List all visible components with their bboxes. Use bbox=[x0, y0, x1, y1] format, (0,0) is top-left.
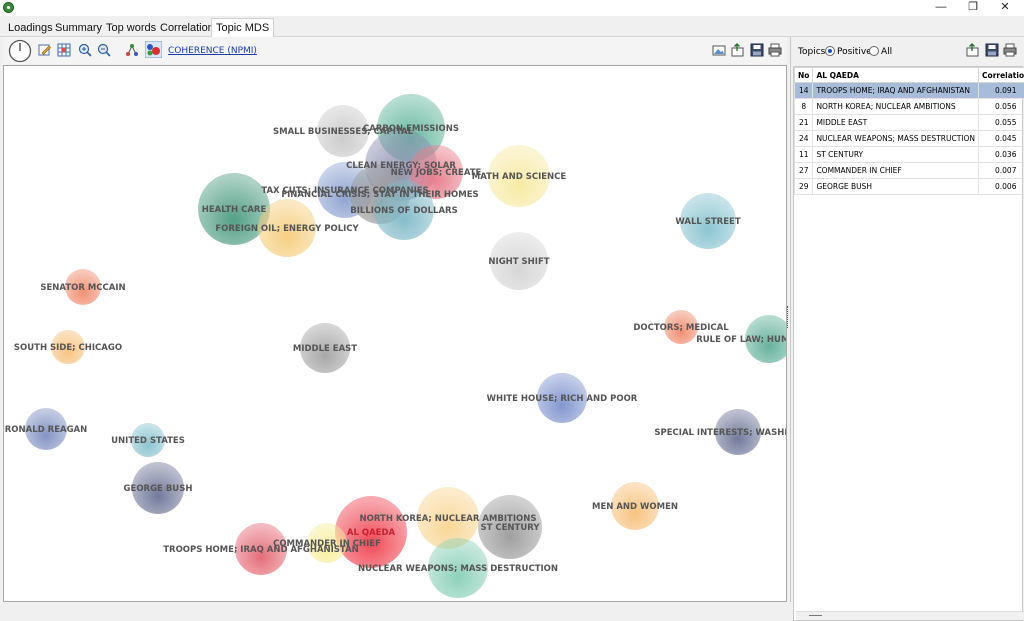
row-correlation: 0.007 bbox=[979, 163, 1024, 179]
table-icon[interactable] bbox=[57, 43, 71, 57]
topic-label: MEN AND WOMEN bbox=[592, 502, 678, 512]
topic-label: WALL STREET bbox=[675, 217, 740, 227]
topic-label: SENATOR MCCAIN bbox=[40, 283, 125, 293]
tab-top-words[interactable]: Top words bbox=[102, 20, 160, 36]
table-row[interactable]: 14 TROOPS HOME; IRAQ AND AFGHANISTAN 0.0… bbox=[795, 83, 1024, 99]
tab-correlation[interactable]: Correlation bbox=[156, 20, 218, 36]
topic-label: HEALTH CARE bbox=[202, 205, 267, 215]
tab-loadings[interactable]: Loadings bbox=[4, 20, 57, 36]
coherence-npmi-link[interactable]: COHERENCE (NPMI) bbox=[168, 46, 257, 56]
row-no: 21 bbox=[795, 115, 813, 131]
mds-svg: CARBON EMISSIONSSMALL BUSINESSES; CAPITA… bbox=[4, 66, 787, 602]
close-button[interactable]: ✕ bbox=[990, 0, 1020, 16]
row-no: 29 bbox=[795, 179, 813, 195]
row-no: 24 bbox=[795, 131, 813, 147]
correlation-table: No AL QAEDA Correlation 14 TROOPS HOME; … bbox=[794, 67, 1024, 195]
row-correlation: 0.045 bbox=[979, 131, 1024, 147]
topic-label: AL QAEDA bbox=[347, 528, 396, 538]
all-radio-label[interactable]: All bbox=[881, 47, 892, 57]
save-icon[interactable] bbox=[750, 43, 764, 57]
scrollbar-thumb[interactable] bbox=[809, 615, 822, 616]
positive-radio[interactable] bbox=[825, 46, 835, 56]
column-header-topic[interactable]: AL QAEDA bbox=[813, 68, 979, 83]
row-topic: MIDDLE EAST bbox=[813, 115, 979, 131]
column-header-no[interactable]: No bbox=[795, 68, 813, 83]
row-correlation: 0.055 bbox=[979, 115, 1024, 131]
topic-label: FINANCIAL CRISIS; STAY IN THEIR HOMES bbox=[281, 190, 478, 200]
correlation-panel: Topics: Positive All No AL QAEDA Correla… bbox=[790, 37, 1023, 602]
row-correlation: 0.006 bbox=[979, 179, 1024, 195]
topic-label: UNITED STATES bbox=[111, 436, 185, 446]
topic-label: FOREIGN OIL; ENERGY POLICY bbox=[215, 224, 359, 234]
row-topic: NUCLEAR WEAPONS; MASS DESTRUCTION bbox=[813, 131, 979, 147]
topics-label: Topics: bbox=[798, 47, 828, 57]
topic-label: ST CENTURY bbox=[481, 523, 541, 533]
export-icon[interactable] bbox=[731, 43, 745, 57]
image-icon[interactable] bbox=[712, 43, 726, 57]
row-topic: GEORGE BUSH bbox=[813, 179, 979, 195]
app-icon bbox=[3, 2, 14, 13]
all-radio[interactable] bbox=[869, 46, 879, 56]
row-topic: COMMANDER IN CHIEF bbox=[813, 163, 979, 179]
column-header-correlation[interactable]: Correlation bbox=[979, 68, 1024, 83]
restore-button[interactable]: ❐ bbox=[958, 0, 988, 16]
topic-mds-plot[interactable]: CARBON EMISSIONSSMALL BUSINESSES; CAPITA… bbox=[3, 65, 787, 602]
horizontal-scrollbar[interactable] bbox=[796, 611, 1024, 620]
topic-label: WHITE HOUSE; RICH AND POOR bbox=[487, 394, 638, 404]
tab-summary[interactable]: Summary bbox=[51, 20, 106, 36]
table-row[interactable]: 24 NUCLEAR WEAPONS; MASS DESTRUCTION 0.0… bbox=[795, 131, 1024, 147]
plot-toolbar: COHERENCE (NPMI) bbox=[3, 37, 787, 64]
print-icon[interactable] bbox=[1003, 43, 1017, 57]
topic-label: DOCTORS; MEDICAL bbox=[633, 323, 729, 333]
tab-bar: Loadings Summary Top words Correlation T… bbox=[0, 18, 1024, 37]
topic-label: MIDDLE EAST bbox=[293, 344, 357, 354]
tab-topic-mds[interactable]: Topic MDS bbox=[211, 18, 274, 37]
topic-label: NORTH KOREA; NUCLEAR AMBITIONS bbox=[360, 514, 537, 524]
row-no: 11 bbox=[795, 147, 813, 163]
topic-label: TROOPS HOME; IRAQ AND AFGHANISTAN bbox=[163, 545, 359, 555]
row-no: 8 bbox=[795, 99, 813, 115]
row-correlation: 0.056 bbox=[979, 99, 1024, 115]
print-icon[interactable] bbox=[768, 43, 782, 57]
cluster-icon[interactable] bbox=[125, 43, 139, 57]
topics-filter-bar: Topics: Positive All bbox=[791, 37, 1023, 64]
table-row[interactable]: 27 COMMANDER IN CHIEF 0.007 bbox=[795, 163, 1024, 179]
title-bar: — ❐ ✕ bbox=[0, 0, 1024, 16]
table-header-row: No AL QAEDA Correlation bbox=[795, 68, 1024, 83]
topic-label: GEORGE BUSH bbox=[124, 484, 193, 494]
minimize-button[interactable]: — bbox=[926, 0, 956, 16]
positive-radio-label[interactable]: Positive bbox=[837, 47, 872, 57]
topic-label: NIGHT SHIFT bbox=[488, 257, 549, 267]
zoom-out-icon[interactable] bbox=[97, 43, 111, 57]
table-row[interactable]: 8 NORTH KOREA; NUCLEAR AMBITIONS 0.056 bbox=[795, 99, 1024, 115]
row-topic: NORTH KOREA; NUCLEAR AMBITIONS bbox=[813, 99, 979, 115]
zoom-in-icon[interactable] bbox=[78, 43, 92, 57]
export-icon[interactable] bbox=[966, 43, 980, 57]
row-no: 27 bbox=[795, 163, 813, 179]
topic-label: MATH AND SCIENCE bbox=[472, 172, 567, 182]
table-row[interactable]: 11 ST CENTURY 0.036 bbox=[795, 147, 1024, 163]
save-icon[interactable] bbox=[985, 43, 999, 57]
color-bubbles-icon[interactable] bbox=[145, 41, 162, 58]
topic-label: RULE OF LAW; HUMAN RIGHTS bbox=[696, 335, 787, 345]
row-topic: ST CENTURY bbox=[813, 147, 979, 163]
row-correlation: 0.036 bbox=[979, 147, 1024, 163]
row-correlation: 0.091 bbox=[979, 83, 1024, 99]
topic-label: RONALD REAGAN bbox=[5, 425, 88, 435]
topic-label: NUCLEAR WEAPONS; MASS DESTRUCTION bbox=[358, 564, 558, 574]
topic-label: SOUTH SIDE; CHICAGO bbox=[14, 343, 122, 353]
correlation-table-container: No AL QAEDA Correlation 14 TROOPS HOME; … bbox=[793, 66, 1023, 621]
topic-label: SPECIAL INTERESTS; WASHINGTON bbox=[654, 428, 787, 438]
topic-label: BILLIONS OF DOLLARS bbox=[350, 206, 457, 216]
table-row[interactable]: 21 MIDDLE EAST 0.055 bbox=[795, 115, 1024, 131]
topic-label: NEW JOBS; CREATE bbox=[391, 168, 482, 178]
row-no: 14 bbox=[795, 83, 813, 99]
table-row[interactable]: 29 GEORGE BUSH 0.006 bbox=[795, 179, 1024, 195]
topic-label: SMALL BUSINESSES; CAPITAL bbox=[273, 127, 414, 137]
edit-icon[interactable] bbox=[38, 43, 52, 57]
row-topic: TROOPS HOME; IRAQ AND AFGHANISTAN bbox=[813, 83, 979, 99]
gauge-icon[interactable] bbox=[8, 39, 32, 63]
